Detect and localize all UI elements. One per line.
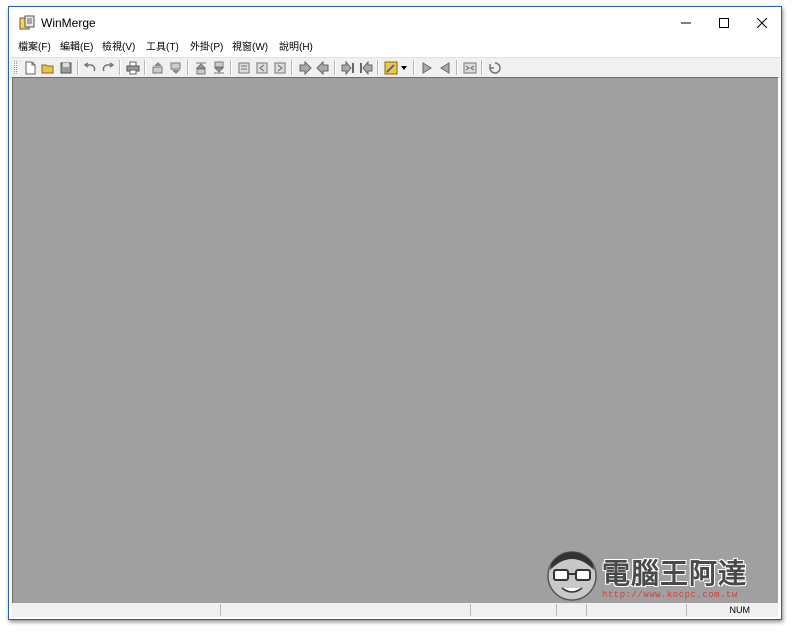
title-bar[interactable]: WinMerge — [9, 7, 781, 39]
copy-all-left-icon — [360, 60, 373, 75]
new-icon — [25, 61, 36, 74]
toolbar-grip[interactable] — [14, 61, 17, 74]
toolbar-separator — [187, 60, 189, 75]
new-button[interactable] — [22, 60, 38, 75]
print-icon — [126, 61, 140, 74]
watermark-url: http://www.kocpc.com.tw — [602, 590, 738, 600]
first-diff-icon — [195, 62, 207, 74]
copy-left-button[interactable] — [254, 60, 270, 75]
toolbar-separator — [334, 60, 336, 75]
menu-edit[interactable]: 編輯(E) — [57, 42, 96, 54]
watermark: 電腦王阿達 http://www.kocpc.com.tw — [544, 544, 774, 606]
menu-view[interactable]: 檢視(V) — [99, 42, 138, 54]
first-diff-button[interactable] — [193, 60, 209, 75]
next-diff-icon — [170, 62, 181, 74]
toolbar-separator — [481, 60, 483, 75]
prev-diff-icon — [152, 61, 163, 73]
menu-file[interactable]: 檔案(F) — [15, 42, 54, 54]
toolbar-separator — [77, 60, 79, 75]
toolbar-separator — [291, 60, 293, 75]
toolbar-separator — [144, 60, 146, 75]
options-icon — [384, 61, 398, 74]
copy-to-right-icon — [299, 60, 312, 75]
chevron-down-icon — [401, 65, 407, 70]
minimize-icon — [681, 22, 691, 24]
prev-diff-button[interactable] — [150, 60, 166, 75]
save-icon — [60, 62, 72, 73]
toolbar-separator — [119, 60, 121, 75]
undo-icon — [83, 61, 96, 71]
copy-all-right-button[interactable] — [340, 60, 356, 75]
menu-bar: 檔案(F) 編輯(E) 檢視(V) 工具(T) 外掛(P) 視窗(W) 說明(H… — [9, 39, 781, 57]
exit-button[interactable] — [487, 60, 503, 75]
expand-icon — [463, 62, 477, 73]
app-window: WinMerge 檔案(F) 編輯(E) 檢視(V) 工具(T) 外掛(P) 視… — [8, 6, 782, 620]
toolbar-separator — [377, 60, 379, 75]
copy-right-icon — [274, 62, 286, 73]
copy-to-left-button[interactable] — [315, 60, 331, 75]
toolbar-separator — [456, 60, 458, 75]
window-title: WinMerge — [41, 16, 96, 30]
close-button[interactable] — [743, 7, 781, 39]
expand-button[interactable] — [462, 60, 478, 75]
current-diff-button[interactable] — [236, 60, 252, 75]
copy-to-left-icon — [316, 60, 329, 75]
refresh-icon — [422, 61, 432, 74]
maximize-button[interactable] — [705, 7, 743, 39]
winmerge-app-icon[interactable] — [19, 15, 35, 31]
toolbar-separator — [413, 60, 415, 75]
exit-icon — [489, 61, 501, 74]
open-button[interactable] — [40, 60, 56, 75]
status-pane — [220, 604, 471, 616]
redo-icon — [102, 61, 115, 71]
redo-button[interactable] — [100, 60, 116, 75]
copy-all-right-icon — [341, 60, 354, 75]
copy-right-button[interactable] — [272, 60, 288, 75]
undo-button[interactable] — [82, 60, 98, 75]
last-diff-icon — [213, 61, 225, 73]
copy-all-left-button[interactable] — [358, 60, 374, 75]
status-pane — [12, 604, 221, 616]
save-button[interactable] — [58, 60, 74, 75]
open-icon — [41, 64, 54, 73]
menu-tools[interactable]: 工具(T) — [143, 42, 182, 54]
maximize-icon — [719, 18, 729, 28]
next-diff-button[interactable] — [168, 60, 184, 75]
minimize-button[interactable] — [667, 7, 705, 39]
watermark-title: 電腦王阿達 — [602, 558, 748, 589]
options-dropdown-button[interactable] — [399, 60, 409, 75]
prev-file-button[interactable] — [437, 60, 453, 75]
menu-plugins[interactable]: 外掛(P) — [187, 42, 226, 54]
close-icon — [757, 18, 767, 28]
options-button[interactable] — [383, 60, 399, 75]
last-diff-button[interactable] — [211, 60, 227, 75]
menu-help[interactable]: 說明(H) — [276, 42, 316, 54]
refresh-button[interactable] — [419, 60, 435, 75]
mdi-workspace[interactable] — [12, 77, 778, 603]
toolbar — [10, 57, 780, 78]
print-button[interactable] — [125, 60, 141, 75]
mascot-logo — [547, 551, 597, 601]
copy-left-icon — [256, 62, 268, 73]
copy-to-right-button[interactable] — [297, 60, 313, 75]
toolbar-separator — [230, 60, 232, 75]
current-diff-icon — [238, 62, 250, 73]
menu-window[interactable]: 視窗(W) — [229, 42, 271, 54]
num-lock-indicator: NUM — [729, 605, 751, 615]
prev-file-icon — [440, 61, 450, 74]
